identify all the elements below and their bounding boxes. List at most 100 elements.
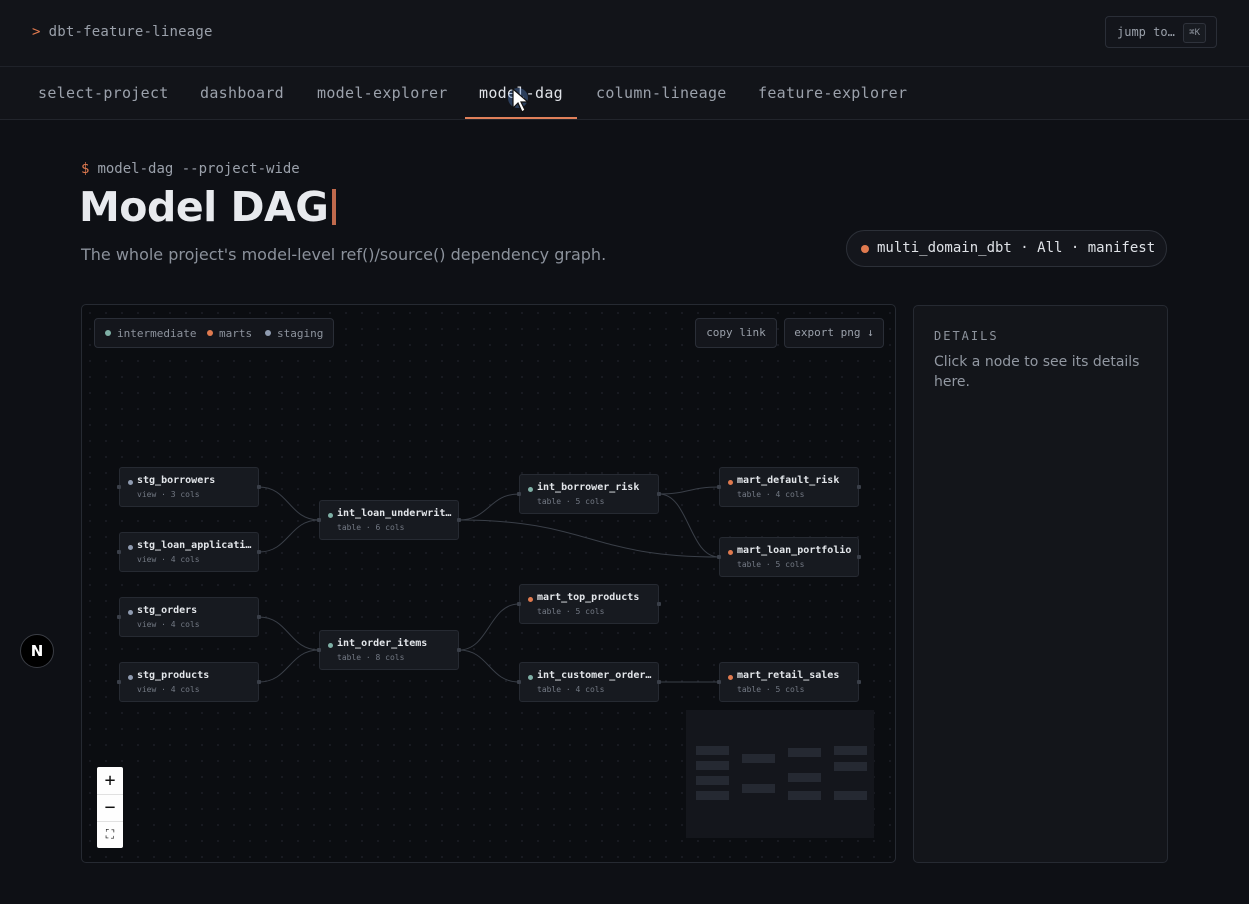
node-name: mart_retail_sales xyxy=(737,670,840,681)
node-name: stg_orders xyxy=(137,605,198,616)
dag-node-mart-loan-portfolio[interactable]: mart_loan_portfolio table · 5 cols xyxy=(717,537,861,577)
node-meta: view · 4 cols xyxy=(137,685,200,694)
node-name: stg_borrowers xyxy=(137,475,216,486)
node-handle xyxy=(117,615,121,619)
tab-dashboard[interactable]: dashboard xyxy=(200,67,284,119)
dag-node-stg-orders[interactable]: stg_orders view · 4 cols xyxy=(117,597,261,637)
page-title: Model DAG xyxy=(79,183,337,231)
minimap-node xyxy=(696,791,729,800)
node-handle xyxy=(317,518,321,522)
minimap-node xyxy=(696,746,729,755)
dag-node-stg-products[interactable]: stg_products view · 4 cols xyxy=(117,662,261,702)
layer-dot xyxy=(528,597,533,602)
nav-tabs: select-project dashboard model-explorer … xyxy=(0,67,1249,120)
layer-dot xyxy=(128,545,133,550)
zoom-out-button[interactable]: − xyxy=(97,794,123,822)
node-meta: view · 3 cols xyxy=(137,490,200,499)
node-handle xyxy=(257,485,261,489)
minimap-node xyxy=(742,754,775,763)
dag-node-int-loan-underwriting[interactable]: int_loan_underwrit… table · 6 cols xyxy=(317,500,461,540)
project-status-dot xyxy=(861,245,869,253)
node-meta: table · 4 cols xyxy=(537,685,605,694)
next-dev-indicator-icon[interactable]: N xyxy=(20,634,54,668)
dag-node-mart-retail-sales[interactable]: mart_retail_sales table · 5 cols xyxy=(717,662,861,702)
dag-node-int-order-items[interactable]: int_order_items table · 8 cols xyxy=(317,630,461,670)
node-handle xyxy=(257,615,261,619)
node-meta: table · 5 cols xyxy=(537,497,605,506)
top-bar: > dbt-feature-lineage jump to… ⌘K xyxy=(0,0,1249,67)
layer-dot xyxy=(728,550,733,555)
dag-edge xyxy=(258,616,320,651)
tab-column-lineage[interactable]: column-lineage xyxy=(596,67,727,119)
details-placeholder-text: Click a node to see its details here. xyxy=(934,354,1140,390)
node-handle xyxy=(857,555,861,559)
dag-node-int-borrower-risk[interactable]: int_borrower_risk table · 5 cols xyxy=(517,474,661,514)
minimap-node xyxy=(696,776,729,785)
dag-node-int-customer-orders[interactable]: int_customer_order… table · 4 cols xyxy=(517,662,661,702)
jump-to-label: jump to… xyxy=(1117,25,1175,39)
mouse-cursor-icon xyxy=(508,87,530,113)
node-name: stg_products xyxy=(137,670,210,681)
app-title-text: dbt-feature-lineage xyxy=(48,24,213,40)
node-handle xyxy=(717,485,721,489)
node-meta: table · 5 cols xyxy=(537,607,605,616)
layer-dot xyxy=(728,480,733,485)
zoom-controls: + − ⛶ xyxy=(97,767,123,848)
tab-select-project[interactable]: select-project xyxy=(38,67,169,119)
node-meta: table · 6 cols xyxy=(337,523,405,532)
app-title[interactable]: > dbt-feature-lineage xyxy=(32,24,213,40)
node-meta: table · 4 cols xyxy=(737,490,805,499)
node-handle xyxy=(317,648,321,652)
details-heading: DETAILS xyxy=(934,329,999,343)
minimap-node xyxy=(696,761,729,770)
prompt-symbol: > xyxy=(32,24,41,40)
project-pill[interactable]: multi_domain_dbt · All · manifest xyxy=(846,230,1167,267)
node-name: int_loan_underwrit… xyxy=(337,508,452,519)
legend-label: staging xyxy=(277,327,324,340)
minimap-node xyxy=(834,791,867,800)
zoom-in-button[interactable]: + xyxy=(97,767,123,795)
tab-feature-explorer[interactable]: feature-explorer xyxy=(758,67,907,119)
layer-dot xyxy=(528,487,533,492)
dag-node-mart-default-risk[interactable]: mart_default_risk table · 4 cols xyxy=(717,467,861,507)
node-meta: table · 5 cols xyxy=(737,560,805,569)
layer-dot xyxy=(128,610,133,615)
node-meta: view · 4 cols xyxy=(137,620,200,629)
node-handle xyxy=(517,492,521,496)
dag-node-stg-borrowers[interactable]: stg_borrowers view · 3 cols xyxy=(117,467,261,507)
layer-dot xyxy=(728,675,733,680)
node-name: int_customer_order… xyxy=(537,670,652,681)
node-handle xyxy=(857,680,861,684)
node-name: mart_top_products xyxy=(537,592,640,603)
fit-view-button[interactable]: ⛶ xyxy=(97,821,123,848)
legend-label: intermediate xyxy=(117,327,197,340)
layer-dot xyxy=(528,675,533,680)
node-handle xyxy=(657,602,661,606)
dag-node-stg-loan-applications[interactable]: stg_loan_applicati… view · 4 cols xyxy=(117,532,261,572)
dag-edge xyxy=(258,486,320,521)
node-name: int_borrower_risk xyxy=(537,482,640,493)
node-meta: table · 8 cols xyxy=(337,653,405,662)
node-handle xyxy=(117,485,121,489)
legend-dot xyxy=(105,330,111,336)
node-handle xyxy=(117,550,121,554)
node-handle xyxy=(257,680,261,684)
jump-to-button[interactable]: jump to… ⌘K xyxy=(1105,16,1217,48)
node-handle xyxy=(717,680,721,684)
dag-node-mart-top-products[interactable]: mart_top_products table · 5 cols xyxy=(517,584,661,624)
dag-edge xyxy=(458,493,520,521)
minimap-node xyxy=(834,746,867,755)
minimap[interactable] xyxy=(686,710,874,838)
text-caret xyxy=(332,189,337,225)
copy-link-button[interactable]: copy link xyxy=(695,318,777,348)
minimap-node xyxy=(788,791,821,800)
node-name: int_order_items xyxy=(337,638,428,649)
dag-edge xyxy=(458,519,720,558)
minimap-node xyxy=(742,784,775,793)
layer-legend: intermediate marts staging xyxy=(94,318,334,348)
dag-canvas[interactable]: intermediate marts staging copy link exp… xyxy=(81,304,896,863)
tab-model-explorer[interactable]: model-explorer xyxy=(317,67,448,119)
node-meta: view · 4 cols xyxy=(137,555,200,564)
layer-dot xyxy=(128,480,133,485)
export-png-button[interactable]: export png ↓ xyxy=(784,318,884,348)
